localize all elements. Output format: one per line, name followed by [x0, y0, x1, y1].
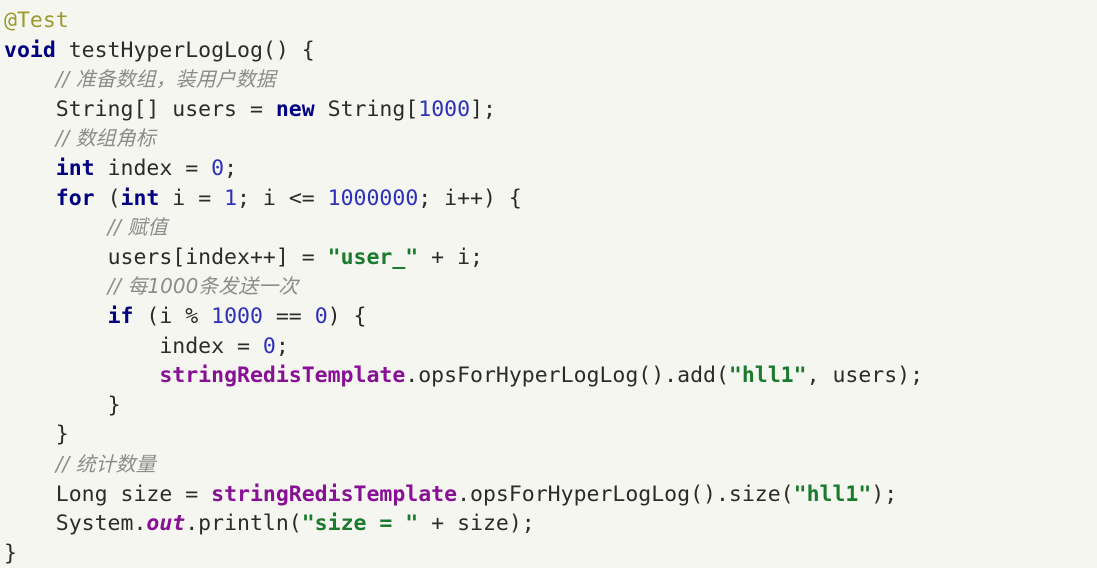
code-token-plain: ) {: [327, 303, 367, 329]
code-line[interactable]: }: [0, 539, 1097, 568]
code-token-keyword: for: [55, 185, 95, 211]
code-token-plain: ==: [262, 303, 315, 329]
code-token-plain: , users);: [806, 363, 924, 389]
code-line[interactable]: // 统计数量: [0, 450, 1097, 480]
code-line[interactable]: int index = 0;: [0, 154, 1097, 184]
code-token-number: 1000000: [327, 185, 419, 211]
code-token-comment: // 统计数量: [55, 451, 156, 476]
code-token-number: 0: [211, 155, 225, 181]
code-token-plain: ;: [275, 333, 289, 359]
code-token-plain: testHyperLogLog() {: [55, 37, 315, 63]
code-token-string: "user_": [327, 244, 419, 270]
code-token-comment: // 数组角标: [55, 126, 156, 151]
code-token-number: 1000: [418, 96, 471, 122]
code-token-plain: .opsForHyperLogLog().size(: [457, 481, 794, 507]
code-line[interactable]: @Test: [0, 6, 1097, 36]
code-token-plain: Long size =: [55, 481, 212, 507]
code-token-plain: ; i <=: [237, 185, 328, 211]
code-token-keyword: void: [4, 37, 56, 63]
code-token-comment: // 每1000条发送一次: [107, 274, 299, 299]
code-token-keyword: int: [120, 185, 160, 211]
code-token-string: "size = ": [301, 511, 419, 537]
code-line[interactable]: // 赋值: [0, 213, 1097, 243]
code-token-string: "hll1": [793, 481, 872, 507]
code-token-plain: index =: [94, 155, 212, 181]
code-token-plain: ];: [470, 96, 496, 122]
code-token-number: 0: [314, 303, 328, 329]
code-token-number: 0: [262, 333, 276, 359]
code-editor-viewport[interactable]: @Test void testHyperLogLog() { // 准备数组，装用…: [0, 0, 1097, 566]
code-line[interactable]: users[index++] = "user_" + i;: [0, 243, 1097, 273]
code-token-plain: );: [871, 481, 898, 507]
code-token-plain: .println(: [185, 511, 302, 537]
code-line[interactable]: stringRedisTemplate.opsForHyperLogLog().…: [0, 361, 1097, 391]
code-line[interactable]: Long size = stringRedisTemplate.opsForHy…: [0, 480, 1097, 510]
code-token-plain: + size);: [418, 511, 535, 537]
code-line[interactable]: // 数组角标: [0, 124, 1097, 154]
code-token-comment: // 赋值: [107, 215, 168, 240]
code-token-field: stringRedisTemplate: [159, 363, 406, 389]
code-token-string: "hll1": [728, 363, 807, 389]
code-line[interactable]: index = 0;: [0, 332, 1097, 362]
code-line[interactable]: // 每1000条发送一次: [0, 272, 1097, 302]
code-token-plain: String[] users =: [55, 96, 276, 122]
code-token-plain: ;: [224, 155, 238, 181]
code-line[interactable]: System.out.println("size = " + size);: [0, 509, 1097, 539]
code-token-plain: + i;: [418, 244, 483, 270]
code-token-plain: ; i++) {: [418, 185, 522, 211]
code-line[interactable]: // 准备数组，装用户数据: [0, 65, 1097, 95]
code-token-plain: i =: [159, 185, 225, 211]
code-line[interactable]: if (i % 1000 == 0) {: [0, 302, 1097, 332]
code-token-plain: users[index++] =: [107, 244, 328, 270]
code-token-plain: }: [4, 540, 17, 566]
code-token-number: 1000: [211, 303, 263, 329]
code-token-plain: }: [107, 392, 121, 418]
code-token-keyword: if: [107, 303, 134, 329]
code-token-field: stringRedisTemplate: [211, 481, 458, 507]
code-line[interactable]: void testHyperLogLog() {: [0, 36, 1097, 66]
code-token-plain: String[: [314, 96, 419, 122]
code-token-plain: (: [94, 185, 121, 211]
code-line[interactable]: }: [0, 391, 1097, 421]
code-token-static: out: [146, 511, 186, 537]
code-line[interactable]: for (int i = 1; i <= 1000000; i++) {: [0, 184, 1097, 214]
code-token-keyword: new: [275, 96, 315, 122]
code-token-annotation: @Test: [4, 8, 69, 33]
code-token-plain: System.: [55, 511, 147, 537]
code-token-plain: }: [55, 422, 69, 448]
code-line[interactable]: String[] users = new String[1000];: [0, 95, 1097, 125]
code-token-number: 1: [224, 185, 238, 211]
code-line[interactable]: }: [0, 420, 1097, 450]
code-token-plain: index =: [159, 333, 263, 359]
code-token-comment: // 准备数组，装用户数据: [55, 67, 276, 92]
code-token-keyword: int: [55, 155, 95, 181]
code-token-plain: (i %: [133, 303, 212, 329]
code-token-plain: .opsForHyperLogLog().add(: [405, 363, 729, 389]
